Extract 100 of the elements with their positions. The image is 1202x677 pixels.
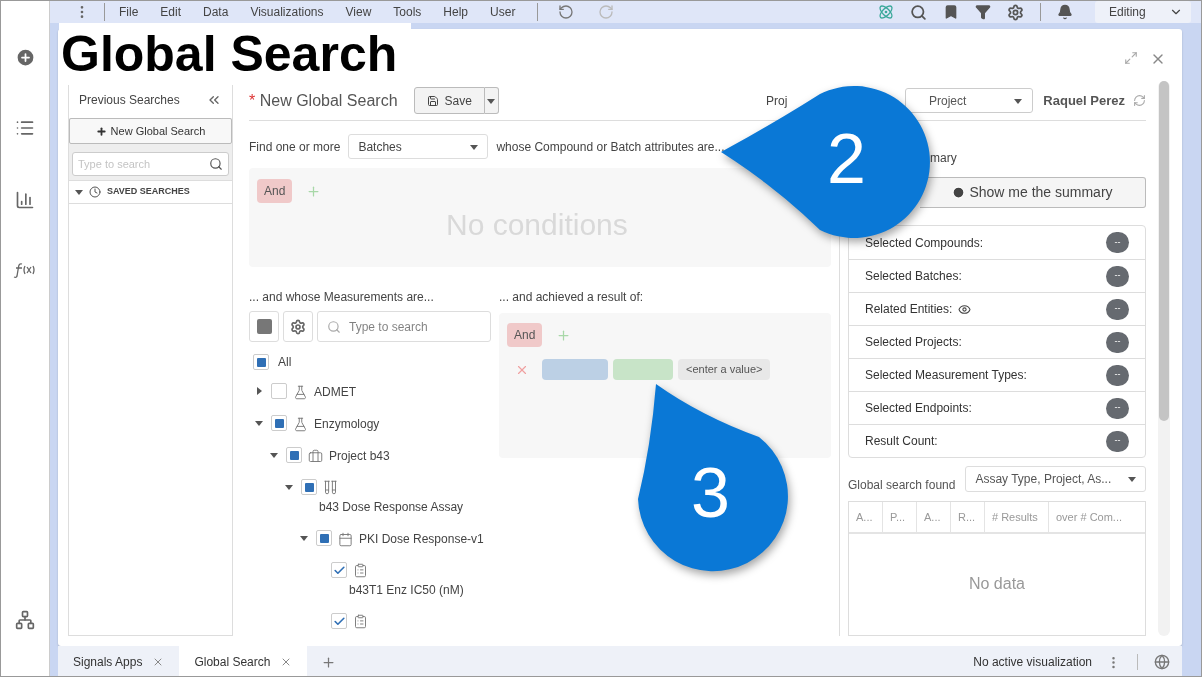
search-input[interactable]: Type to search — [349, 312, 481, 341]
count-badge: -- — [1106, 232, 1129, 253]
sidebar-title: Previous Searches — [79, 92, 180, 109]
checkbox[interactable] — [271, 415, 287, 431]
show-summary-button[interactable]: Show me the summary — [920, 177, 1146, 208]
grouping-dropdown[interactable]: Assay Type, Project, As... — [965, 466, 1146, 492]
expand-caret-icon[interactable] — [255, 387, 263, 395]
list-icon[interactable] — [15, 118, 35, 138]
summary-label: Selected Batches: — [865, 268, 962, 285]
operator-chip[interactable]: And — [257, 179, 293, 203]
briefcase-icon — [308, 449, 323, 464]
add-tab-icon[interactable] — [321, 654, 337, 670]
callout-number: 3 — [691, 458, 730, 528]
checkbox[interactable] — [331, 613, 347, 629]
document-tab[interactable]: Global Search — [179, 646, 308, 676]
scrollbar-thumb[interactable] — [1159, 81, 1169, 421]
menu-item[interactable]: View — [345, 3, 372, 21]
flask-icon — [293, 417, 308, 432]
field-chip[interactable] — [542, 359, 608, 380]
tree-item-label[interactable]: All — [278, 353, 292, 371]
filter-icon[interactable] — [975, 4, 991, 20]
summary-label: Selected Measurement Types: — [865, 367, 1027, 384]
collapse-caret-icon[interactable] — [75, 188, 83, 196]
menu-item[interactable]: Data — [203, 3, 229, 21]
collapse-caret-icon[interactable] — [255, 419, 263, 427]
menu-item[interactable]: Help — [443, 3, 469, 21]
document-tab[interactable]: Signals Apps — [58, 646, 180, 676]
caret-down-icon[interactable] — [487, 96, 496, 105]
bell-icon[interactable] — [1057, 4, 1073, 20]
summary-label: Result Count: — [865, 433, 938, 450]
test-tubes-icon — [323, 480, 338, 495]
clock-icon — [89, 186, 101, 198]
summary-heading: mary — [929, 150, 958, 167]
summary-label: Selected Projects: — [865, 334, 962, 351]
caret-down-icon[interactable] — [1128, 475, 1136, 483]
summary-label: Selected Endpoints: — [865, 400, 972, 417]
checkbox[interactable] — [271, 383, 287, 399]
caret-down-icon[interactable] — [1014, 96, 1023, 105]
status-text: No active visualization — [973, 654, 1092, 671]
add-icon[interactable] — [14, 47, 36, 68]
settings-button[interactable] — [283, 311, 313, 342]
menu-item[interactable]: Edit — [160, 3, 182, 21]
tree-item-label[interactable]: ADMET — [314, 383, 356, 401]
summary-label: Selected Compounds: — [865, 234, 984, 252]
project-dropdown[interactable]: Project — [905, 88, 1034, 113]
collapse-caret-icon[interactable] — [270, 451, 278, 459]
select-toggle-button[interactable] — [249, 311, 279, 342]
summary-label: Related Entities: — [865, 301, 953, 318]
menu-item[interactable]: Visualizations — [250, 3, 324, 21]
caret-down-icon[interactable] — [470, 142, 479, 151]
entity-dropdown[interactable]: Batches — [348, 134, 489, 159]
tree-item-label[interactable]: PKI Dose Response-v1 — [359, 530, 484, 548]
count-badge: -- — [1106, 331, 1129, 353]
attributes-label: whose Compound or Batch attributes are... — [496, 138, 725, 156]
empty-message: No data — [968, 574, 1025, 594]
operator-chip[interactable]: And — [507, 323, 543, 347]
eye-icon[interactable] — [958, 302, 972, 316]
settings-icon[interactable] — [1007, 3, 1024, 21]
search-icon[interactable] — [910, 3, 927, 21]
found-label: Global search found — [848, 477, 956, 494]
count-badge: -- — [1106, 265, 1129, 287]
bar-chart-icon[interactable] — [15, 190, 35, 210]
search-icon[interactable] — [209, 157, 223, 171]
mode-dropdown[interactable]: Editing — [1095, 1, 1191, 23]
clipboard-icon — [353, 563, 368, 578]
plus-icon — [95, 125, 107, 137]
user-name: Raquel Perez — [1043, 91, 1125, 110]
checkbox[interactable] — [316, 530, 332, 546]
tree-item-label[interactable]: SAVED SEARCHES — [107, 185, 190, 199]
find-label: Find one or more — [249, 138, 341, 156]
search-field[interactable]: Type to search — [317, 311, 491, 342]
undo-icon[interactable] — [558, 4, 575, 20]
section-label: ... and achieved a result of: — [499, 289, 645, 306]
checkbox[interactable] — [301, 479, 317, 495]
tree-item-label[interactable]: b43 Dose Response Assay — [319, 498, 464, 516]
search-icon — [327, 319, 341, 334]
menu-item[interactable]: File — [119, 3, 139, 21]
count-badge: -- — [1106, 430, 1129, 452]
search-input[interactable]: Type to search — [78, 153, 209, 175]
new-search-button[interactable]: New Global Search — [69, 118, 232, 144]
collapse-caret-icon[interactable] — [285, 483, 293, 491]
function-icon[interactable] — [13, 262, 37, 278]
gear-icon — [290, 318, 306, 335]
search-field[interactable]: Type to search — [72, 152, 229, 176]
count-badge: -- — [1106, 298, 1129, 320]
hierarchy-icon[interactable] — [15, 610, 35, 630]
tree-item-label[interactable]: b43T1 Enz IC50 (nM) — [349, 581, 464, 599]
menu-item[interactable]: Tools — [393, 3, 422, 21]
value-chip[interactable]: <enter a value> — [678, 359, 771, 380]
overlay-title: Global Search — [59, 23, 412, 85]
tree-item-label[interactable]: Project b43 — [329, 447, 390, 465]
save-button[interactable]: Save — [413, 87, 485, 114]
collapse-caret-icon[interactable] — [300, 534, 308, 542]
tree-item-label[interactable]: Enzymology — [314, 415, 380, 433]
globe-icon[interactable] — [1154, 654, 1170, 670]
menu-item[interactable]: User — [490, 3, 516, 21]
bookmark-icon[interactable] — [943, 4, 959, 20]
checkbox[interactable] — [253, 354, 269, 370]
checkbox[interactable] — [331, 562, 347, 578]
checkbox[interactable] — [286, 447, 302, 463]
